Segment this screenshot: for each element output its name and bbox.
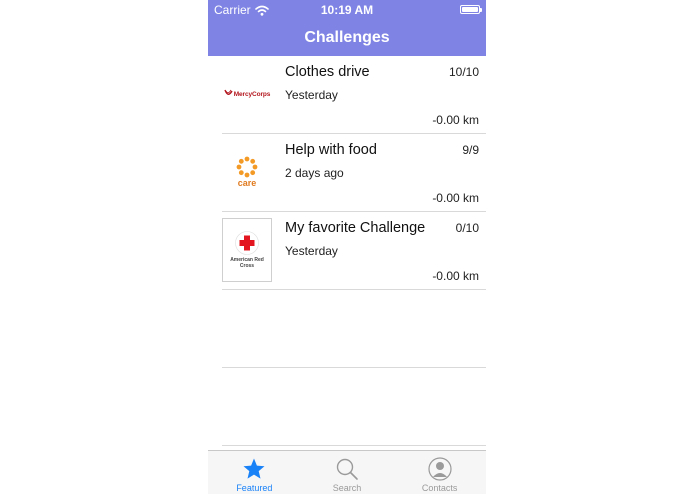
- american-red-cross-logo: American Red Cross: [222, 218, 272, 282]
- challenge-date: 2 days ago: [285, 166, 344, 180]
- tab-contacts[interactable]: Contacts: [393, 451, 486, 494]
- battery-icon: [460, 5, 482, 14]
- challenge-title: My favorite Challenge: [285, 220, 426, 236]
- care-logo: care: [222, 140, 272, 204]
- tab-bar: Featured Search Contacts: [208, 450, 486, 494]
- challenge-distance: -0.00 km: [432, 113, 479, 127]
- challenge-distance: -0.00 km: [432, 191, 479, 205]
- challenge-count: 10/10: [448, 65, 479, 79]
- challenge-row-my-favorite-challenge[interactable]: American Red Cross My favorite Challenge…: [222, 212, 486, 290]
- status-time: 10:19 AM: [320, 3, 374, 17]
- empty-row: [222, 290, 486, 368]
- red-cross-icon: [235, 231, 259, 255]
- tab-featured[interactable]: Featured: [208, 451, 301, 494]
- challenge-row-clothes-drive[interactable]: MercyCorps Clothes drive Yesterday 10/10…: [222, 56, 486, 134]
- magnifier-icon: [336, 458, 358, 480]
- mercycorps-logo-text: MercyCorps: [233, 90, 271, 98]
- mercycorps-logo: MercyCorps: [222, 62, 272, 126]
- challenge-list: MercyCorps Clothes drive Yesterday 10/10…: [222, 56, 486, 446]
- mercycorps-mark-icon: [224, 89, 233, 95]
- nav-bar: Challenges: [208, 20, 486, 56]
- challenge-row-help-with-food[interactable]: care Help with food 2 days ago 9/9 -0.00…: [222, 134, 486, 212]
- care-logo-text: care: [237, 178, 257, 188]
- tab-featured-label: Featured: [236, 483, 273, 493]
- tab-search[interactable]: Search: [301, 451, 394, 494]
- challenge-title: Help with food: [285, 142, 377, 158]
- challenge-distance: -0.00 km: [432, 269, 479, 283]
- phone-screen: Carrier 10:19 AM Challenges MercyCorps C…: [208, 0, 486, 494]
- care-sunburst-icon: [236, 156, 258, 178]
- red-cross-logo-text: American Red Cross: [230, 257, 264, 269]
- challenge-title: Clothes drive: [285, 64, 370, 80]
- page-title: Challenges: [304, 29, 390, 46]
- person-icon: [428, 457, 452, 481]
- empty-row: [222, 368, 486, 446]
- status-bar: Carrier 10:19 AM: [208, 0, 486, 20]
- challenge-count: 9/9: [462, 143, 479, 157]
- screen: Carrier 10:19 AM Challenges MercyCorps C…: [0, 0, 695, 494]
- battery-level: [462, 7, 478, 12]
- challenge-count: 0/10: [455, 221, 479, 235]
- challenge-date: Yesterday: [285, 244, 338, 258]
- tab-contacts-label: Contacts: [421, 483, 458, 493]
- star-icon: [243, 458, 265, 479]
- tab-search-label: Search: [332, 483, 362, 493]
- challenge-date: Yesterday: [285, 88, 338, 102]
